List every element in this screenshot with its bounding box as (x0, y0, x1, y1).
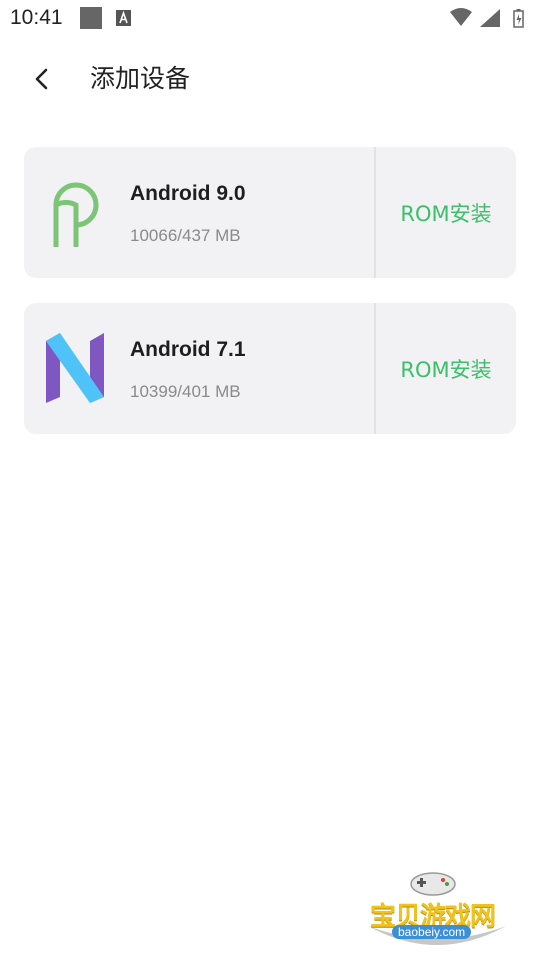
device-name: Android 7.1 (130, 338, 246, 361)
device-card-android-7: Android 7.1 10399/401 MB ROM安装 (24, 303, 516, 434)
device-list: Android 9.0 10066/437 MB ROM安装 Android 7… (24, 147, 516, 459)
device-card-android-9: Android 9.0 10066/437 MB ROM安装 (24, 147, 516, 278)
site-watermark-logo: 宝贝游戏网 baobeiy.com (362, 862, 512, 956)
status-bar: 10:41 (0, 0, 540, 38)
wifi-icon (450, 8, 472, 26)
system-status-icons (450, 8, 524, 28)
gamepad-icon (410, 872, 456, 896)
android-pie-logo-icon (53, 182, 99, 247)
app-notification-icon (116, 10, 131, 26)
device-meta: 10066/437 MB (130, 226, 241, 245)
device-name: Android 9.0 (130, 182, 246, 205)
signal-icon (480, 9, 500, 27)
rom-install-button[interactable]: ROM安装 (376, 303, 516, 434)
status-time: 10:41 (10, 6, 63, 29)
back-button[interactable] (26, 62, 56, 96)
rom-install-button[interactable]: ROM安装 (376, 147, 516, 278)
page-title: 添加设备 (90, 64, 191, 93)
android-nougat-logo-icon (46, 333, 104, 403)
device-meta: 10399/401 MB (130, 382, 241, 401)
watermark-url: baobeiy.com (392, 925, 472, 939)
battery-icon (513, 9, 524, 28)
chevron-left-icon (35, 68, 48, 90)
notification-square-icon (80, 7, 102, 29)
